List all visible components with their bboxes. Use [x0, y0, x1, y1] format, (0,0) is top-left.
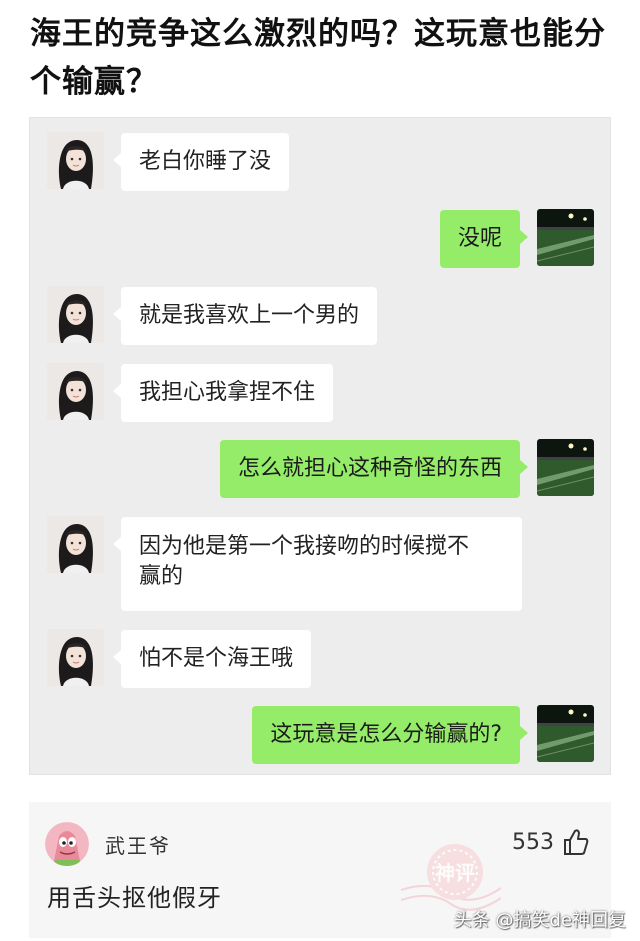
girl-avatar-icon: [47, 363, 104, 420]
chat-message: 因为他是第一个我接吻的时候搅不 赢的: [113, 517, 522, 611]
girl-avatar-icon: [47, 516, 104, 573]
badge-text: 神评: [435, 861, 475, 885]
chat-message-line: 赢的: [139, 564, 184, 589]
chat-screenshot: 老白你睡了没 没呢 就是我喜欢上一个男的 我担心我拿捏不住 怎么就担心这种奇怪的…: [29, 117, 611, 775]
like-count: 553: [512, 830, 554, 855]
girl-avatar-icon: [47, 629, 104, 686]
chat-message: 没呢: [439, 210, 529, 268]
girl-avatar-icon: [47, 132, 104, 189]
chat-message: 怎么就担心这种奇怪的东西: [219, 440, 529, 498]
football-field-avatar-icon: [537, 439, 594, 496]
thumbs-up-icon[interactable]: [563, 828, 589, 856]
article-headline: 海王的竞争这么激烈的吗？这玩意也能分个输赢？: [30, 16, 606, 100]
chat-message: 这玩意是怎么分输赢的?: [252, 706, 528, 764]
source-watermark: 头条 @搞笑de神回复: [453, 910, 626, 931]
football-field-avatar-icon: [537, 705, 594, 762]
football-field-avatar-icon: [537, 209, 594, 266]
chat-message-line: 因为他是第一个我接吻的时候搅不: [139, 534, 470, 559]
comment-text: 用舌头抠他假牙: [47, 884, 222, 912]
patrick-star-avatar-icon[interactable]: [45, 822, 89, 866]
chat-message: 老白你睡了没: [112, 133, 290, 191]
chat-message: 我担心我拿捏不住: [112, 364, 334, 422]
girl-avatar-icon: [47, 286, 104, 343]
chat-message: 怕不是个海王哦: [112, 630, 312, 688]
chat-message: 就是我喜欢上一个男的: [112, 287, 378, 345]
shenping-stamp-icon: 神评: [401, 844, 501, 911]
comment-username[interactable]: 武王爷: [105, 830, 171, 859]
